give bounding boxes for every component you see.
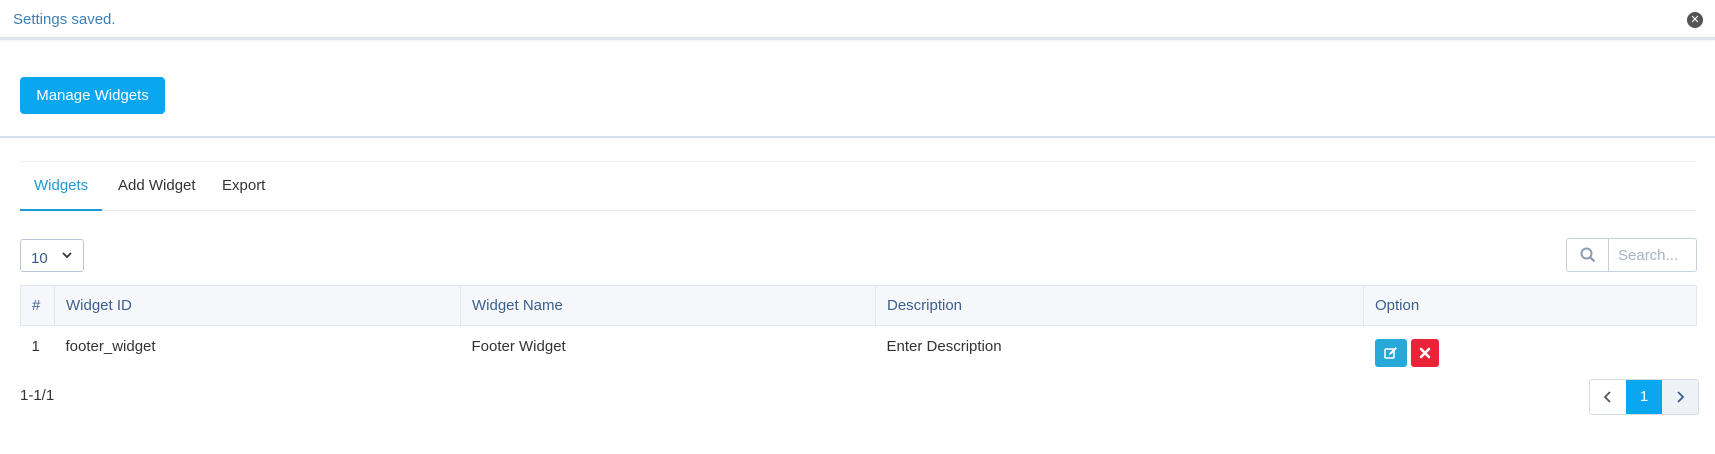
- column-header-description: Description: [875, 285, 1364, 326]
- delete-button[interactable]: [1410, 339, 1439, 367]
- widgets-table: # Widget ID Widget Name Description Opti…: [20, 285, 1697, 374]
- column-header-widget-id: Widget ID: [54, 285, 461, 326]
- edit-icon: [1383, 347, 1397, 359]
- chevron-down-icon: [61, 248, 73, 260]
- pagination: 1: [1589, 379, 1699, 415]
- row-options: [1364, 326, 1697, 374]
- notice-text: Settings saved.: [13, 11, 116, 28]
- page-size-select[interactable]: 10: [20, 239, 84, 272]
- search-box: [1566, 238, 1697, 272]
- chevron-left-icon: [1603, 391, 1611, 403]
- table-header-row: # Widget ID Widget Name Description Opti…: [20, 285, 1697, 326]
- row-widget-id: footer_widget: [65, 338, 156, 355]
- delete-x-icon: [1419, 347, 1430, 359]
- page-size-value: 10: [31, 250, 48, 267]
- row-widget-name: Footer Widget: [471, 338, 566, 355]
- edit-button[interactable]: [1374, 339, 1407, 367]
- header-area: Manage Widgets: [0, 43, 1715, 138]
- next-page-button[interactable]: [1662, 380, 1698, 414]
- pagination-summary: 1-1/1: [20, 387, 55, 404]
- search-icon: [1580, 247, 1596, 263]
- close-icon[interactable]: ✕: [1687, 12, 1703, 28]
- page-button-current[interactable]: 1: [1626, 380, 1662, 414]
- tab-bar: Widgets Add Widget Export: [20, 161, 1696, 211]
- prev-page-button[interactable]: [1590, 380, 1626, 414]
- chevron-right-icon: [1677, 391, 1685, 403]
- row-number: 1: [31, 338, 40, 355]
- search-input[interactable]: [1610, 239, 1696, 271]
- search-button[interactable]: [1567, 239, 1609, 271]
- notice-bar: Settings saved. ✕: [0, 0, 1715, 40]
- column-header-widget-name: Widget Name: [460, 285, 876, 326]
- tab-add-widget[interactable]: Add Widget: [104, 162, 210, 211]
- manage-widgets-button[interactable]: Manage Widgets: [20, 77, 165, 114]
- column-header-number: #: [20, 285, 55, 326]
- table-row: 1 footer_widget Footer Widget Enter Desc…: [21, 326, 1697, 374]
- row-description: Enter Description: [886, 338, 1002, 355]
- tab-widgets[interactable]: Widgets: [20, 162, 103, 211]
- column-header-option: Option: [1363, 285, 1697, 326]
- tab-export[interactable]: Export: [208, 162, 279, 211]
